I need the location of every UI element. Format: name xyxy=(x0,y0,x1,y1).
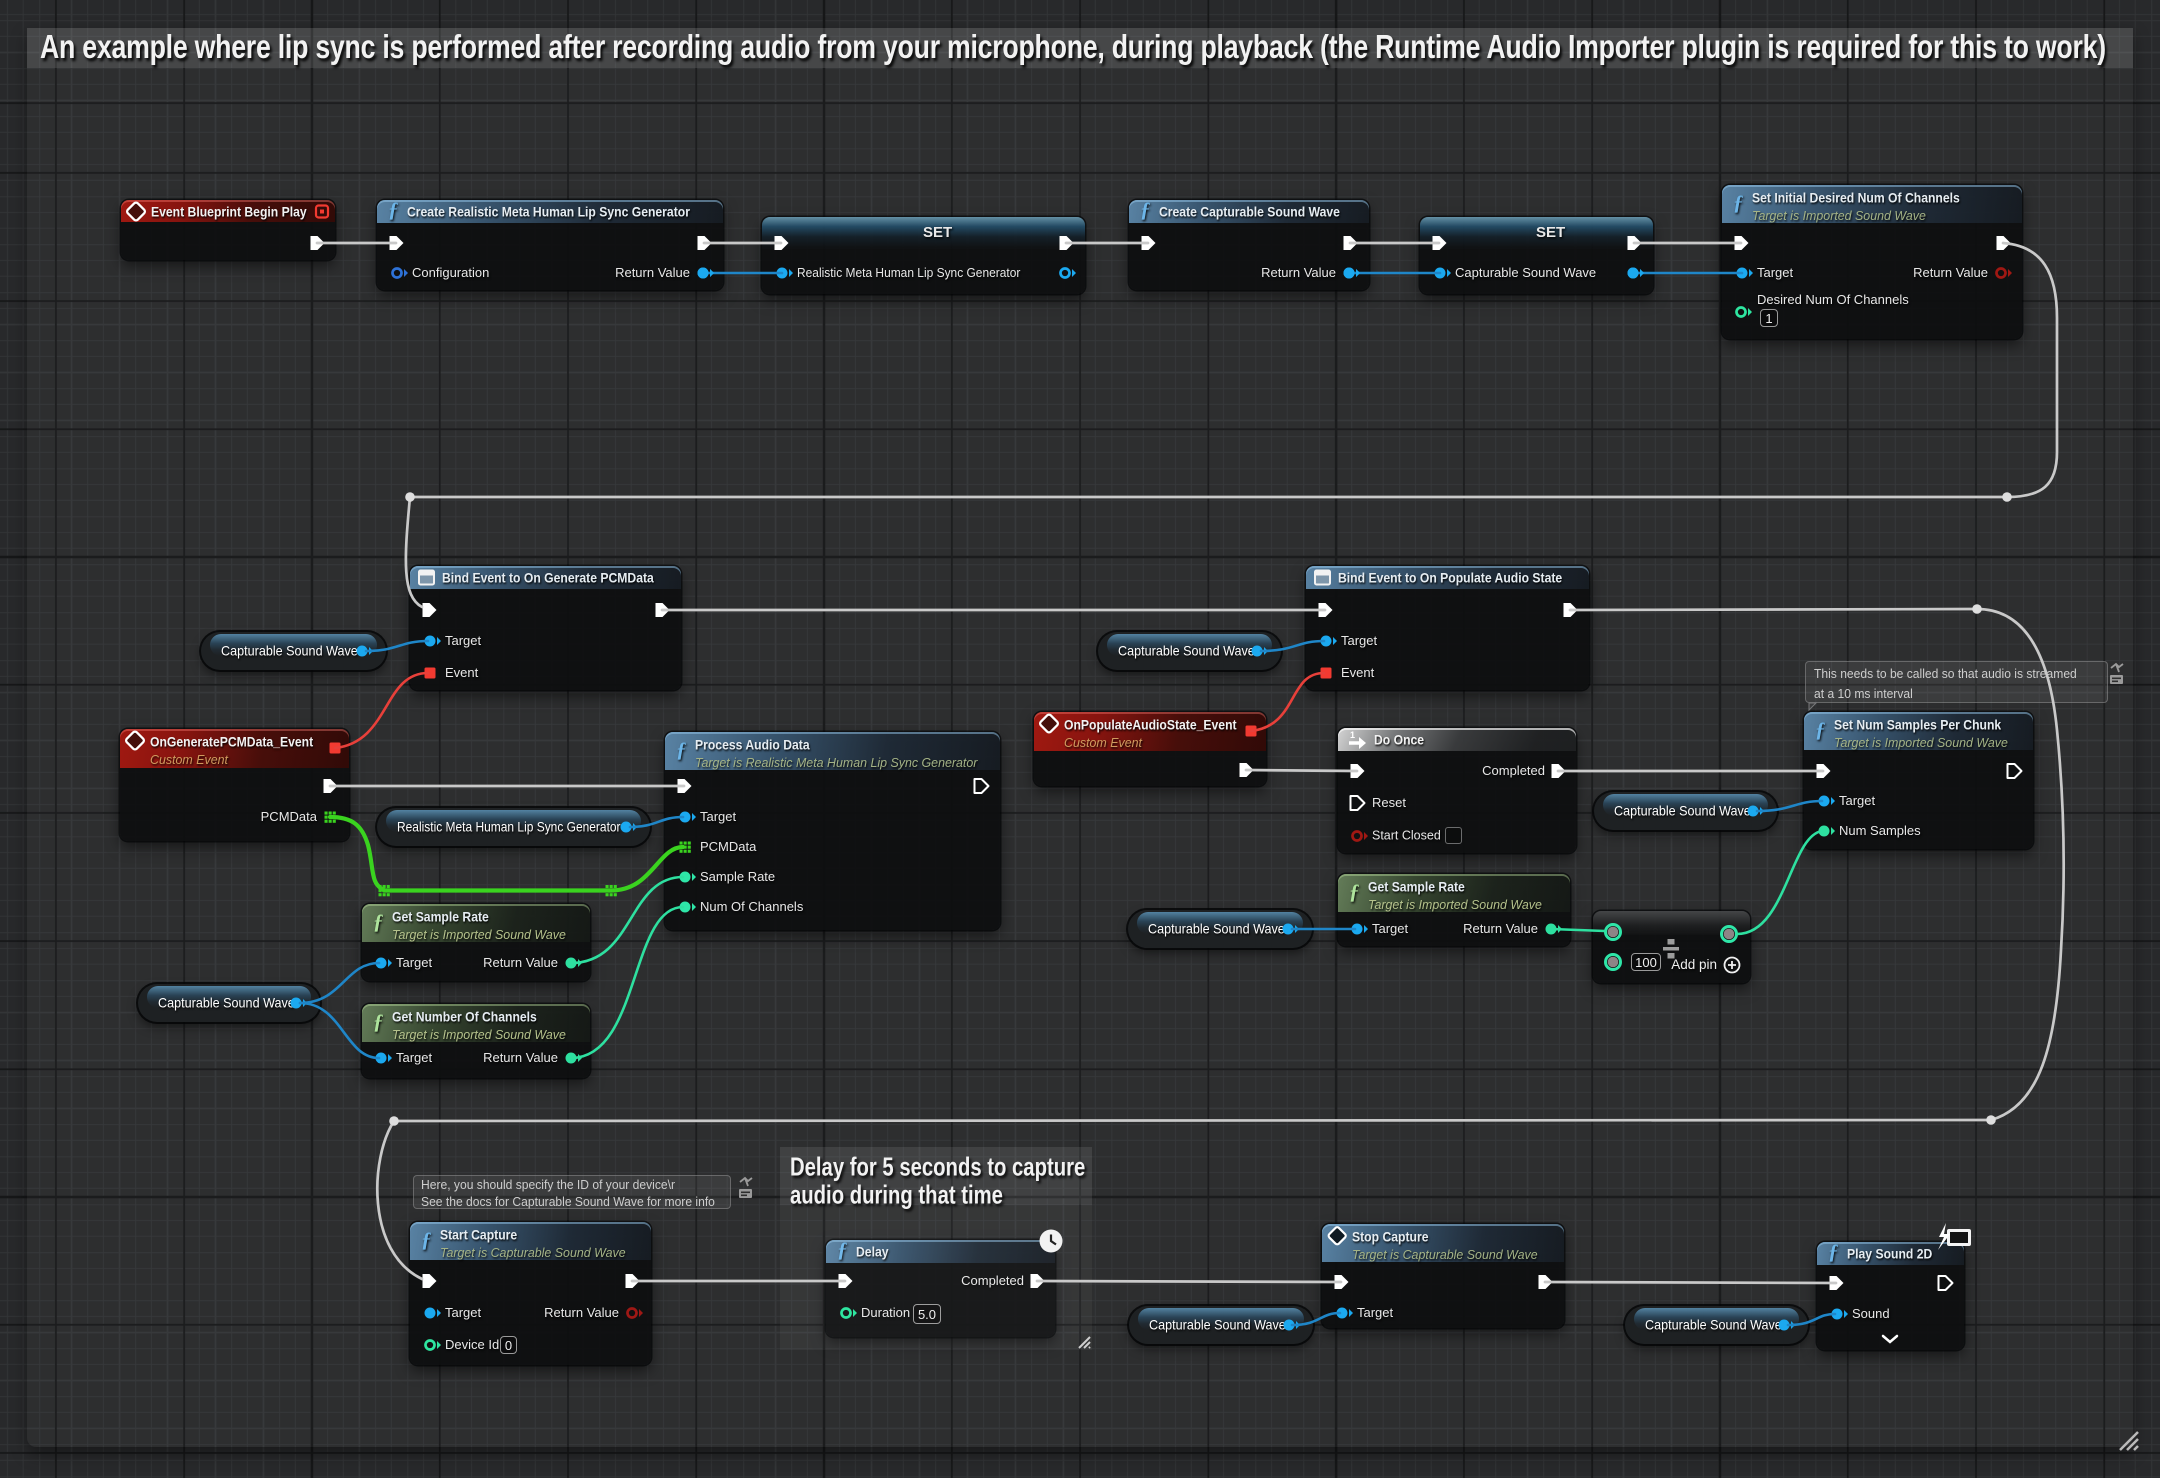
svg-text:1: 1 xyxy=(1350,730,1355,740)
